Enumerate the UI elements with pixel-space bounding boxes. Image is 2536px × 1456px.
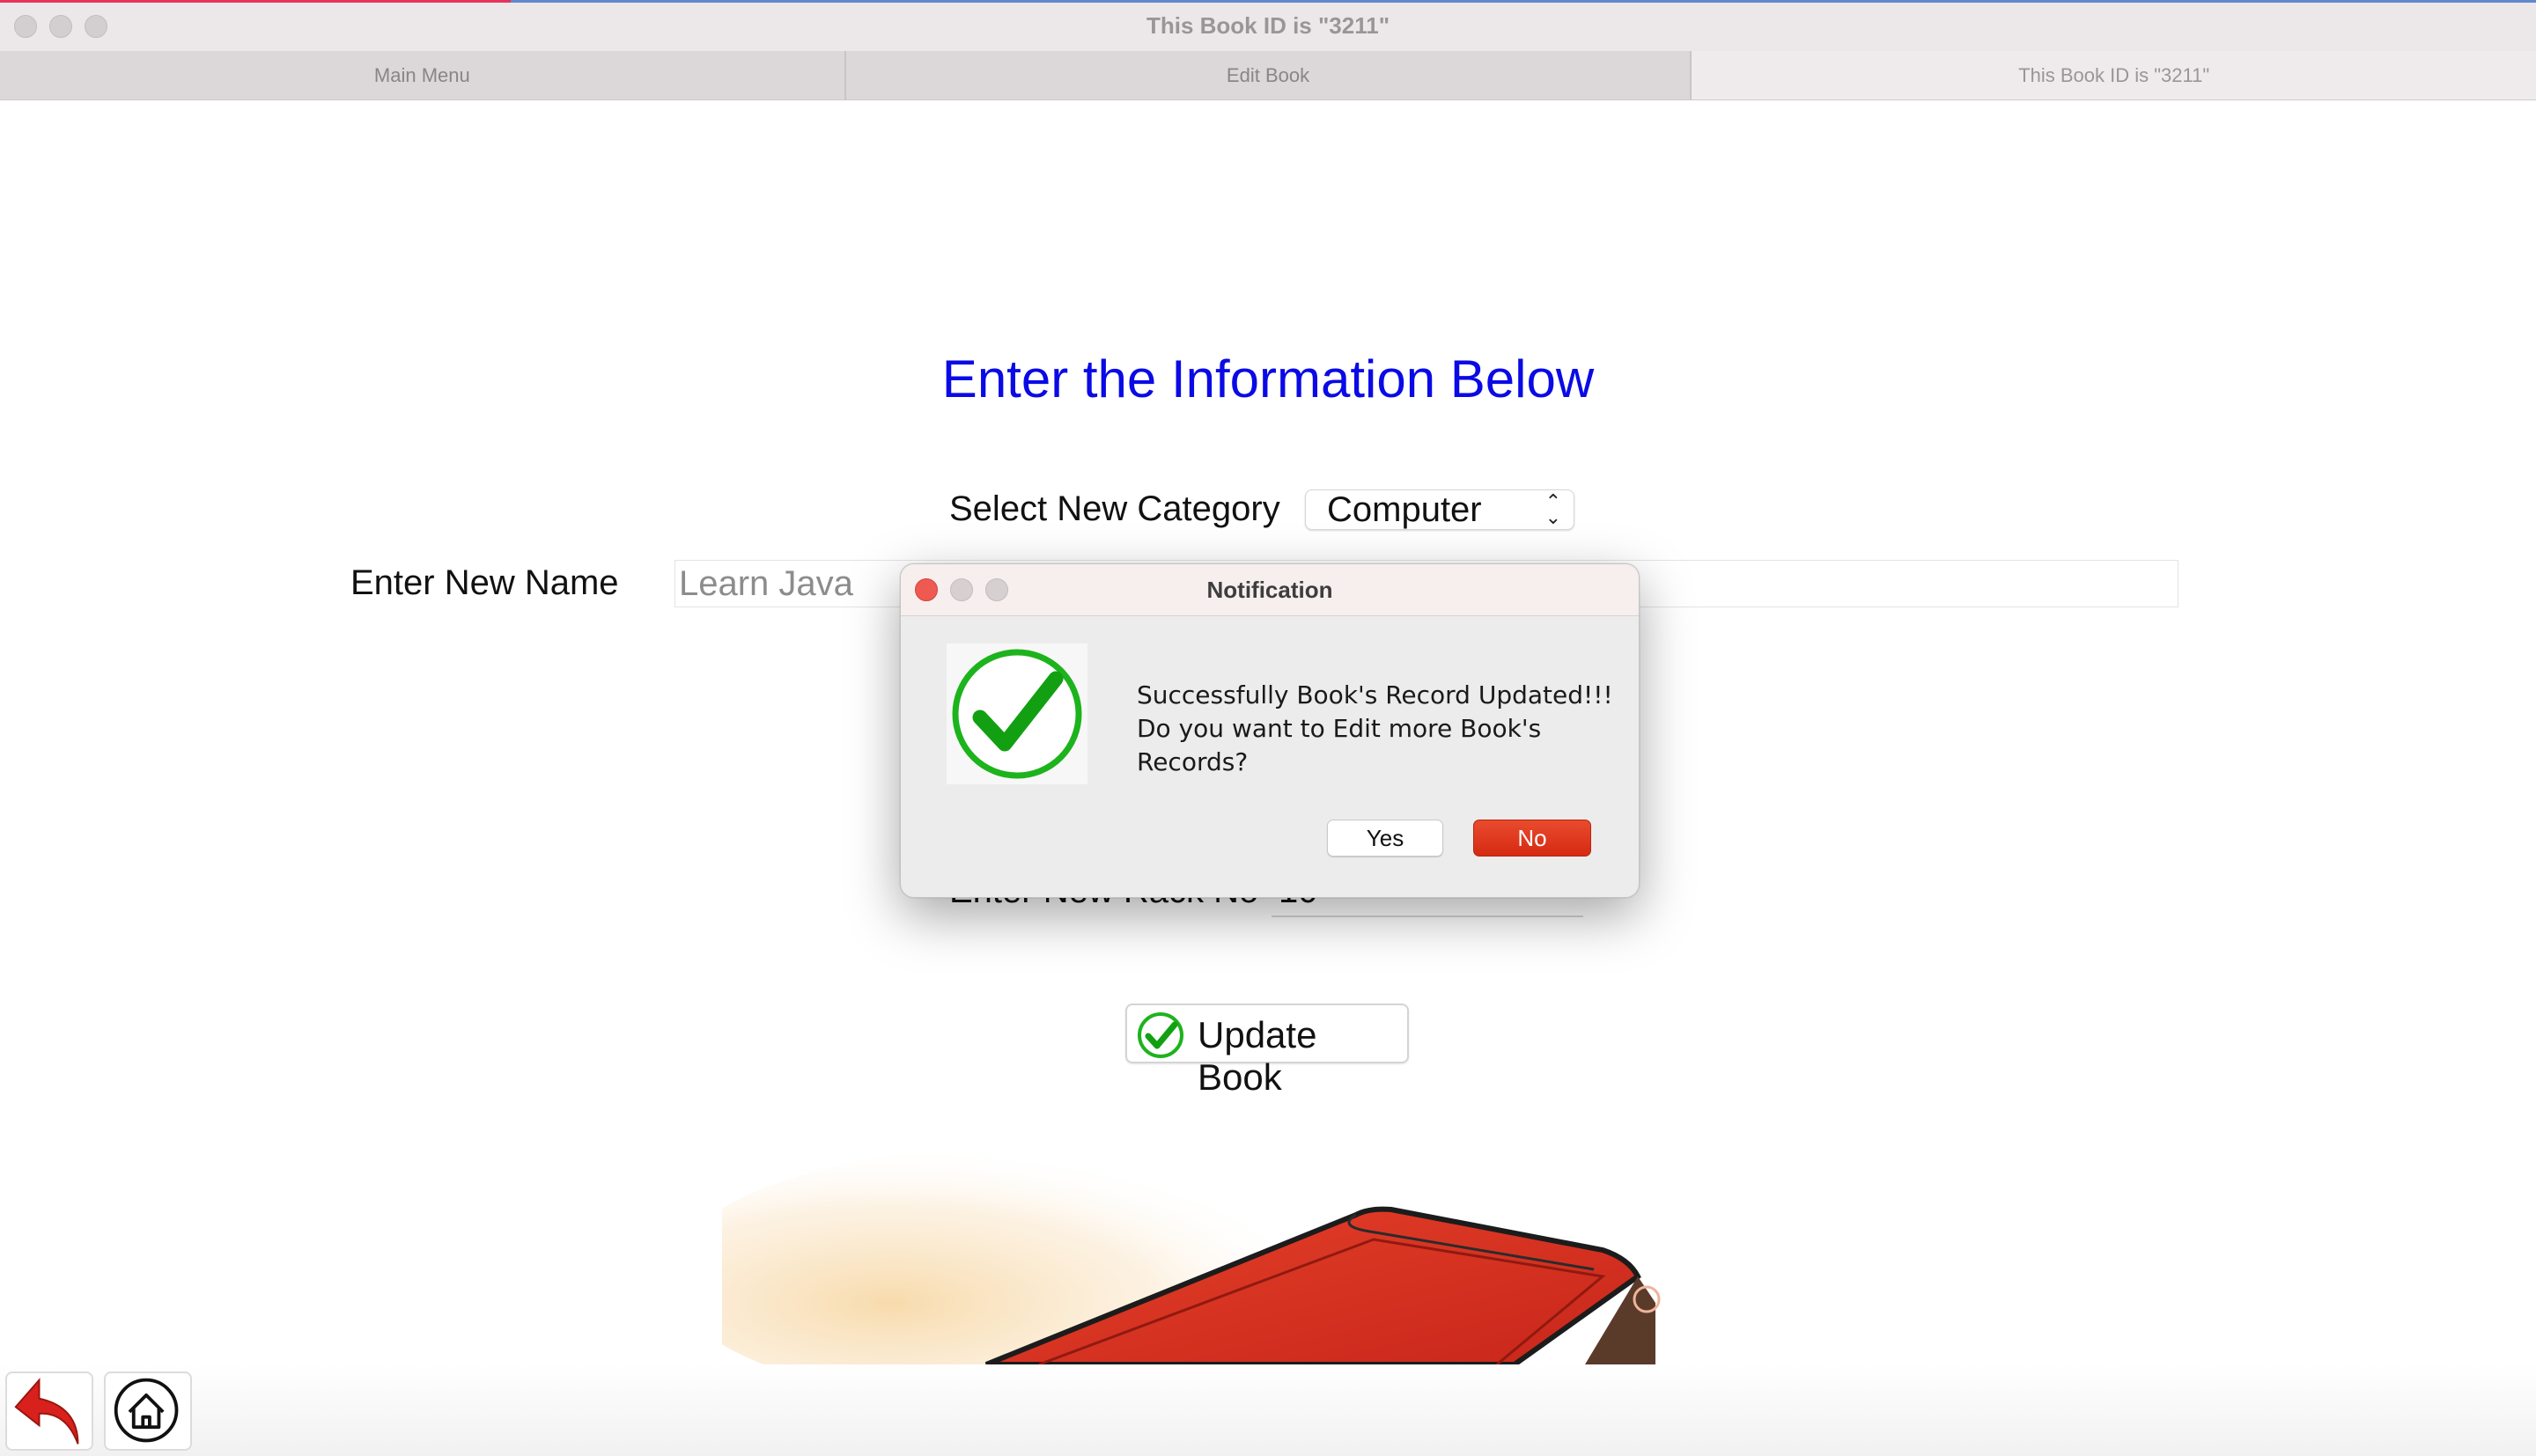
checkmark-icon — [1138, 1012, 1183, 1058]
dialog-message: Successfully Book's Record Updated!!! Do… — [1137, 679, 1639, 779]
home-button[interactable] — [104, 1371, 192, 1451]
checkmark-circle-icon — [952, 649, 1082, 779]
form-heading: Enter the Information Below — [941, 349, 1595, 408]
category-select-value: Computer — [1327, 490, 1482, 529]
app-window: This Book ID is "3211" Main Menu Edit Bo… — [0, 0, 2536, 1456]
dialog-message-line-1: Successfully Book's Record Updated!!! — [1137, 680, 1613, 710]
home-icon — [114, 1378, 179, 1443]
dialog-icon-box — [947, 643, 1087, 784]
notification-dialog: Notification Successfully Book's Record … — [900, 563, 1640, 898]
updown-chevron-icon: ⌃ ⌄ — [1544, 490, 1561, 528]
dialog-title-bar: Notification — [901, 564, 1639, 616]
tab-bar: Main Menu Edit Book This Book ID is "321… — [0, 51, 2536, 100]
category-label: Select New Category — [949, 489, 1280, 528]
bottom-toolbar — [0, 1364, 2536, 1456]
back-button[interactable] — [5, 1371, 93, 1451]
name-label: Enter New Name — [350, 563, 619, 602]
title-bar-accent — [0, 0, 511, 3]
yes-button[interactable]: Yes — [1327, 820, 1443, 857]
dialog-message-line-2: Do you want to Edit more Book's Records? — [1137, 714, 1542, 776]
tab-main-menu[interactable]: Main Menu — [0, 51, 846, 100]
title-bar: This Book ID is "3211" — [0, 0, 2536, 52]
window-title: This Book ID is "3211" — [1146, 12, 1390, 39]
update-book-button[interactable]: Update Book — [1125, 1004, 1409, 1098]
category-select[interactable]: Computer ⌃ ⌄ — [1305, 489, 1574, 530]
dialog-title: Notification — [1206, 577, 1333, 603]
book-illustration — [722, 1144, 1661, 1364]
tab-book-id[interactable]: This Book ID is "3211" — [1692, 51, 2536, 100]
update-book-label: Update Book — [1198, 1014, 1317, 1098]
no-button[interactable]: No — [1473, 820, 1591, 857]
title-bar-accent-right — [511, 0, 2536, 3]
tab-edit-book[interactable]: Edit Book — [845, 51, 1692, 100]
back-arrow-icon — [14, 1378, 79, 1445]
